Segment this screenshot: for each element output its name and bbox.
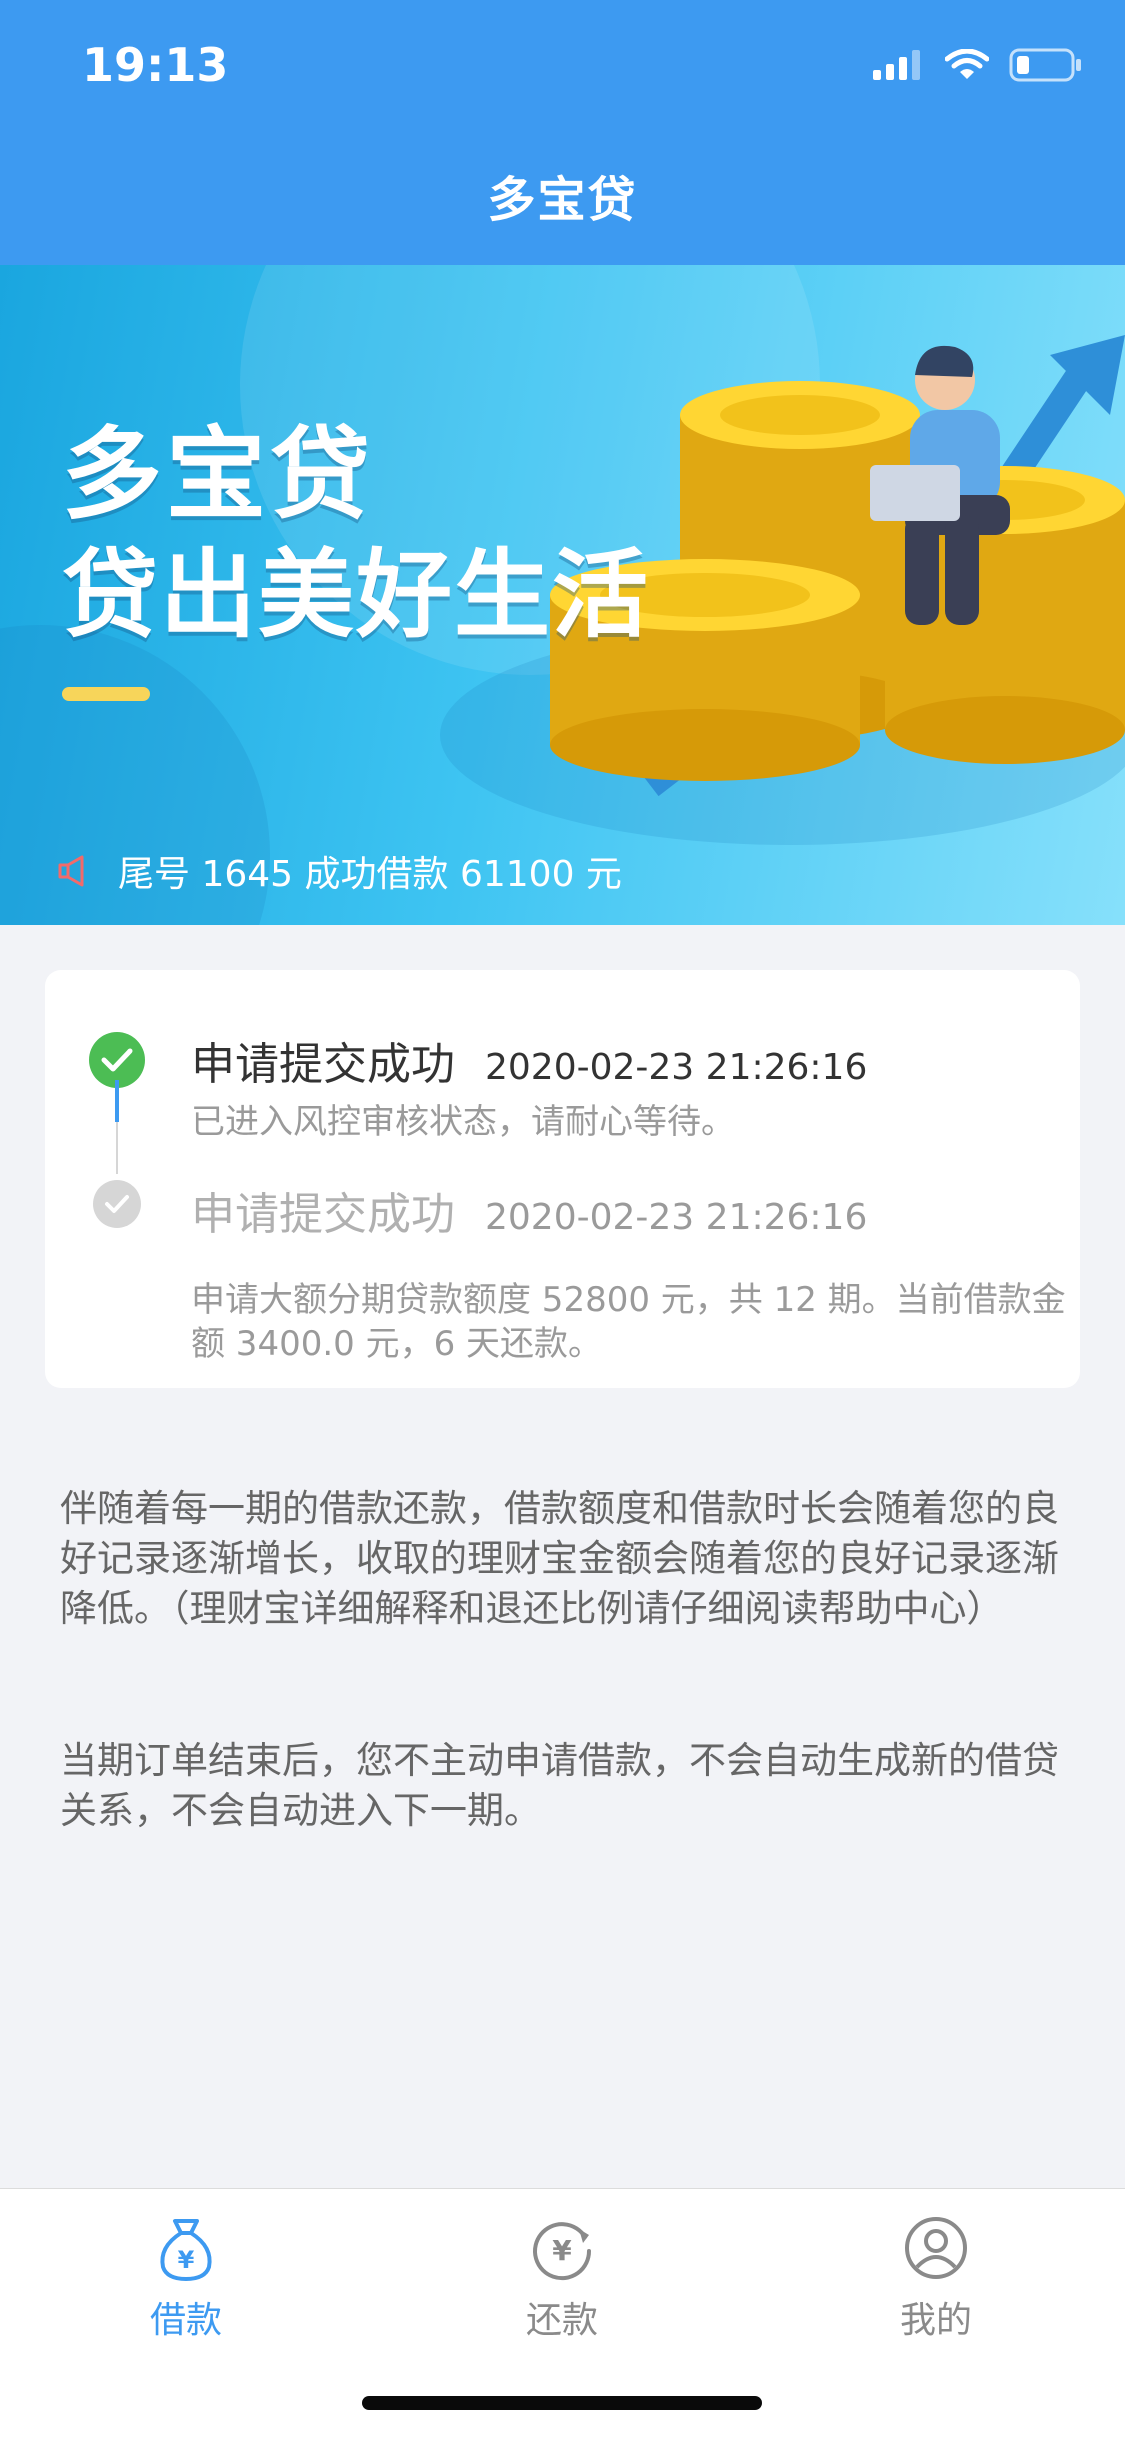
repay-yen-icon: ¥ — [533, 2222, 592, 2281]
user-icon — [905, 2217, 967, 2279]
svg-text:¥: ¥ — [178, 2246, 195, 2274]
step-time: 2020-02-23 21:26:16 — [485, 1197, 868, 1238]
status-time: 19:13 — [82, 38, 229, 92]
notice-text: 尾号 1645 成功借款 61100 元 — [118, 854, 622, 895]
timeline-connector — [116, 1122, 118, 1174]
timeline-connector — [115, 1080, 119, 1122]
status-icons — [873, 48, 1083, 82]
step-title: 申请提交成功 — [191, 1039, 455, 1090]
step-desc: 已进入风控审核状态，请耐心等待。 — [191, 1102, 735, 1142]
tab-label: 借款 — [149, 2300, 222, 2341]
step-time: 2020-02-23 21:26:16 — [485, 1047, 868, 1088]
signal-icon — [873, 50, 920, 80]
promo-banner[interactable]: 多宝贷 贷出美好生活 尾号 1645 成功借款 61100 元 — [0, 265, 1125, 925]
check-pending-icon — [93, 1180, 141, 1228]
loan-notice: 尾号 1645 成功借款 61100 元 — [56, 845, 622, 897]
step-desc: 申请大额分期贷款额度 52800 元，共 12 期。当前借款金额 3400.0 … — [191, 1280, 1066, 1364]
tab-mine[interactable]: 我的 — [836, 2213, 1036, 2343]
info-paragraph: 当期订单结束后，您不主动申请借款，不会自动生成新的借贷关系，不会自动进入下一期。 — [60, 1739, 1059, 1832]
megaphone-icon — [58, 855, 84, 887]
application-status-card: 申请提交成功 2020-02-23 21:26:16 已进入风控审核状态，请耐心… — [45, 970, 1080, 1388]
tab-label: 我的 — [899, 2300, 972, 2341]
battery-icon — [1009, 48, 1081, 82]
slogan-underline — [62, 687, 150, 701]
slogan-line1: 多宝贷 — [62, 416, 374, 533]
nav-bar: 多宝贷 — [0, 130, 1125, 265]
status-bar: 19:13 — [0, 0, 1125, 130]
step-title-row: 申请提交成功 2020-02-23 21:26:16 — [191, 1178, 867, 1242]
step-title: 申请提交成功 — [191, 1189, 455, 1240]
wifi-icon — [945, 49, 989, 79]
page-title: 多宝贷 — [487, 172, 638, 228]
tab-repay[interactable]: ¥ 还款 — [462, 2213, 662, 2343]
svg-text:¥: ¥ — [552, 2234, 572, 2267]
tab-label: 还款 — [525, 2300, 598, 2341]
slogan-line2: 贷出美好生活 — [62, 539, 650, 651]
info-paragraph: 伴随着每一期的借款还款，借款额度和借款时长会随着您的良好记录逐渐增长，收取的理财… — [60, 1487, 1059, 1630]
banner-slogan: 多宝贷 贷出美好生活 — [62, 415, 650, 701]
tab-borrow[interactable]: ¥ 借款 — [86, 2213, 286, 2343]
money-bag-icon: ¥ — [160, 2219, 212, 2281]
home-indicator[interactable] — [362, 2396, 762, 2410]
step-title-row: 申请提交成功 2020-02-23 21:26:16 — [191, 1028, 867, 1092]
